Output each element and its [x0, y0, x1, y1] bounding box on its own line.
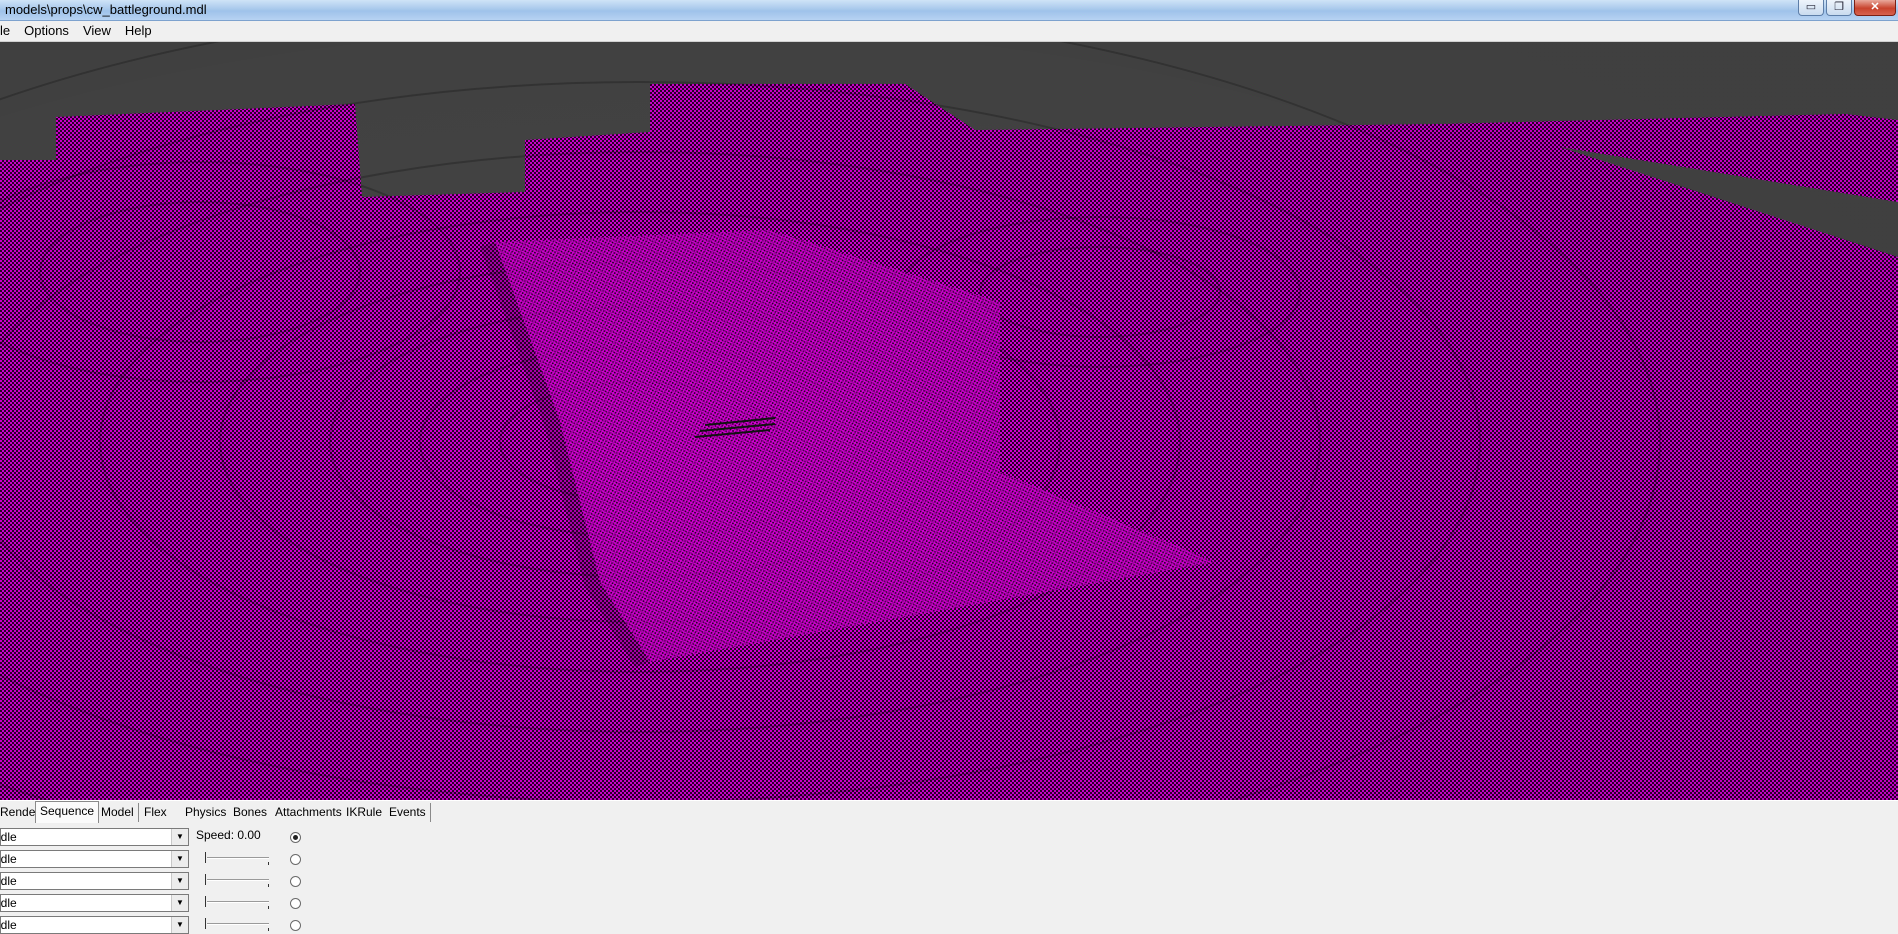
maximize-button[interactable]: ❐: [1826, 0, 1852, 16]
sequence-select[interactable]: idle ▼: [0, 916, 189, 934]
dropdown-arrow-icon: ▼: [171, 873, 188, 889]
window-title: models\props\cw_battleground.mdl: [5, 2, 207, 17]
restore-icon: ❐: [1834, 1, 1844, 13]
sequence-value: idle: [0, 896, 17, 910]
minimize-icon: ▭: [1805, 1, 1817, 13]
tab-model[interactable]: Model: [97, 803, 139, 822]
layer-radio[interactable]: [290, 854, 301, 865]
dropdown-arrow-icon: ▼: [171, 895, 188, 911]
sequence-select[interactable]: idle ▼: [0, 894, 189, 912]
menu-bar: le Options View Help: [0, 21, 1898, 42]
slider-thumb[interactable]: [205, 896, 210, 907]
title-bar: models\props\cw_battleground.mdl ▭ ❐ ✕: [0, 0, 1898, 21]
slider-thumb[interactable]: [205, 918, 210, 929]
sequence-value: idle: [0, 852, 17, 866]
tab-flex[interactable]: Flex: [140, 803, 182, 822]
tab-events[interactable]: Events: [385, 803, 431, 822]
layer-radio[interactable]: [290, 876, 301, 887]
speed-label: Speed: 0.00: [196, 828, 261, 842]
dropdown-arrow-icon: ▼: [171, 917, 188, 933]
tab-bones[interactable]: Bones: [229, 803, 273, 822]
layer-weight-slider[interactable]: [205, 874, 269, 887]
layer-weight-slider[interactable]: [205, 896, 269, 909]
layer-radio[interactable]: [290, 898, 301, 909]
tab-attachments[interactable]: Attachments: [271, 803, 347, 822]
close-icon: ✕: [1870, 1, 1880, 13]
sequence-select[interactable]: idle ▼: [0, 850, 189, 868]
shading-overlay: [0, 42, 1898, 800]
sequence-value: idle: [0, 874, 17, 888]
sequence-value: idle: [0, 918, 17, 932]
control-tabs: Render Sequence Model Flex Physics Bones…: [0, 800, 1898, 824]
minimize-button[interactable]: ▭: [1798, 0, 1824, 16]
tab-ikrule[interactable]: IKRule: [342, 803, 388, 822]
window-controls: ▭ ❐ ✕: [1798, 0, 1896, 18]
sequence-select[interactable]: idle ▼: [0, 828, 189, 846]
menu-file[interactable]: le: [0, 21, 17, 41]
layer-radio[interactable]: [290, 920, 301, 931]
model-render: [0, 42, 1898, 800]
dropdown-arrow-icon: ▼: [171, 829, 188, 845]
model-viewport[interactable]: [0, 42, 1898, 800]
dropdown-arrow-icon: ▼: [171, 851, 188, 867]
tab-sequence[interactable]: Sequence: [35, 801, 100, 823]
layer-radio[interactable]: [290, 832, 301, 843]
menu-help[interactable]: Help: [118, 21, 159, 41]
close-button[interactable]: ✕: [1854, 0, 1896, 16]
layer-weight-slider[interactable]: [205, 852, 269, 865]
menu-view[interactable]: View: [76, 21, 118, 41]
slider-thumb[interactable]: [205, 852, 210, 863]
sequence-panel: Speed: 0.00 idle ▼ idle ▼ idle ▼ idle ▼ …: [0, 823, 1898, 934]
tab-physics[interactable]: Physics: [181, 803, 232, 822]
sequence-select[interactable]: idle ▼: [0, 872, 189, 890]
layer-weight-slider[interactable]: [205, 918, 269, 931]
slider-thumb[interactable]: [205, 874, 210, 885]
sequence-value: idle: [0, 830, 17, 844]
menu-options[interactable]: Options: [17, 21, 76, 41]
